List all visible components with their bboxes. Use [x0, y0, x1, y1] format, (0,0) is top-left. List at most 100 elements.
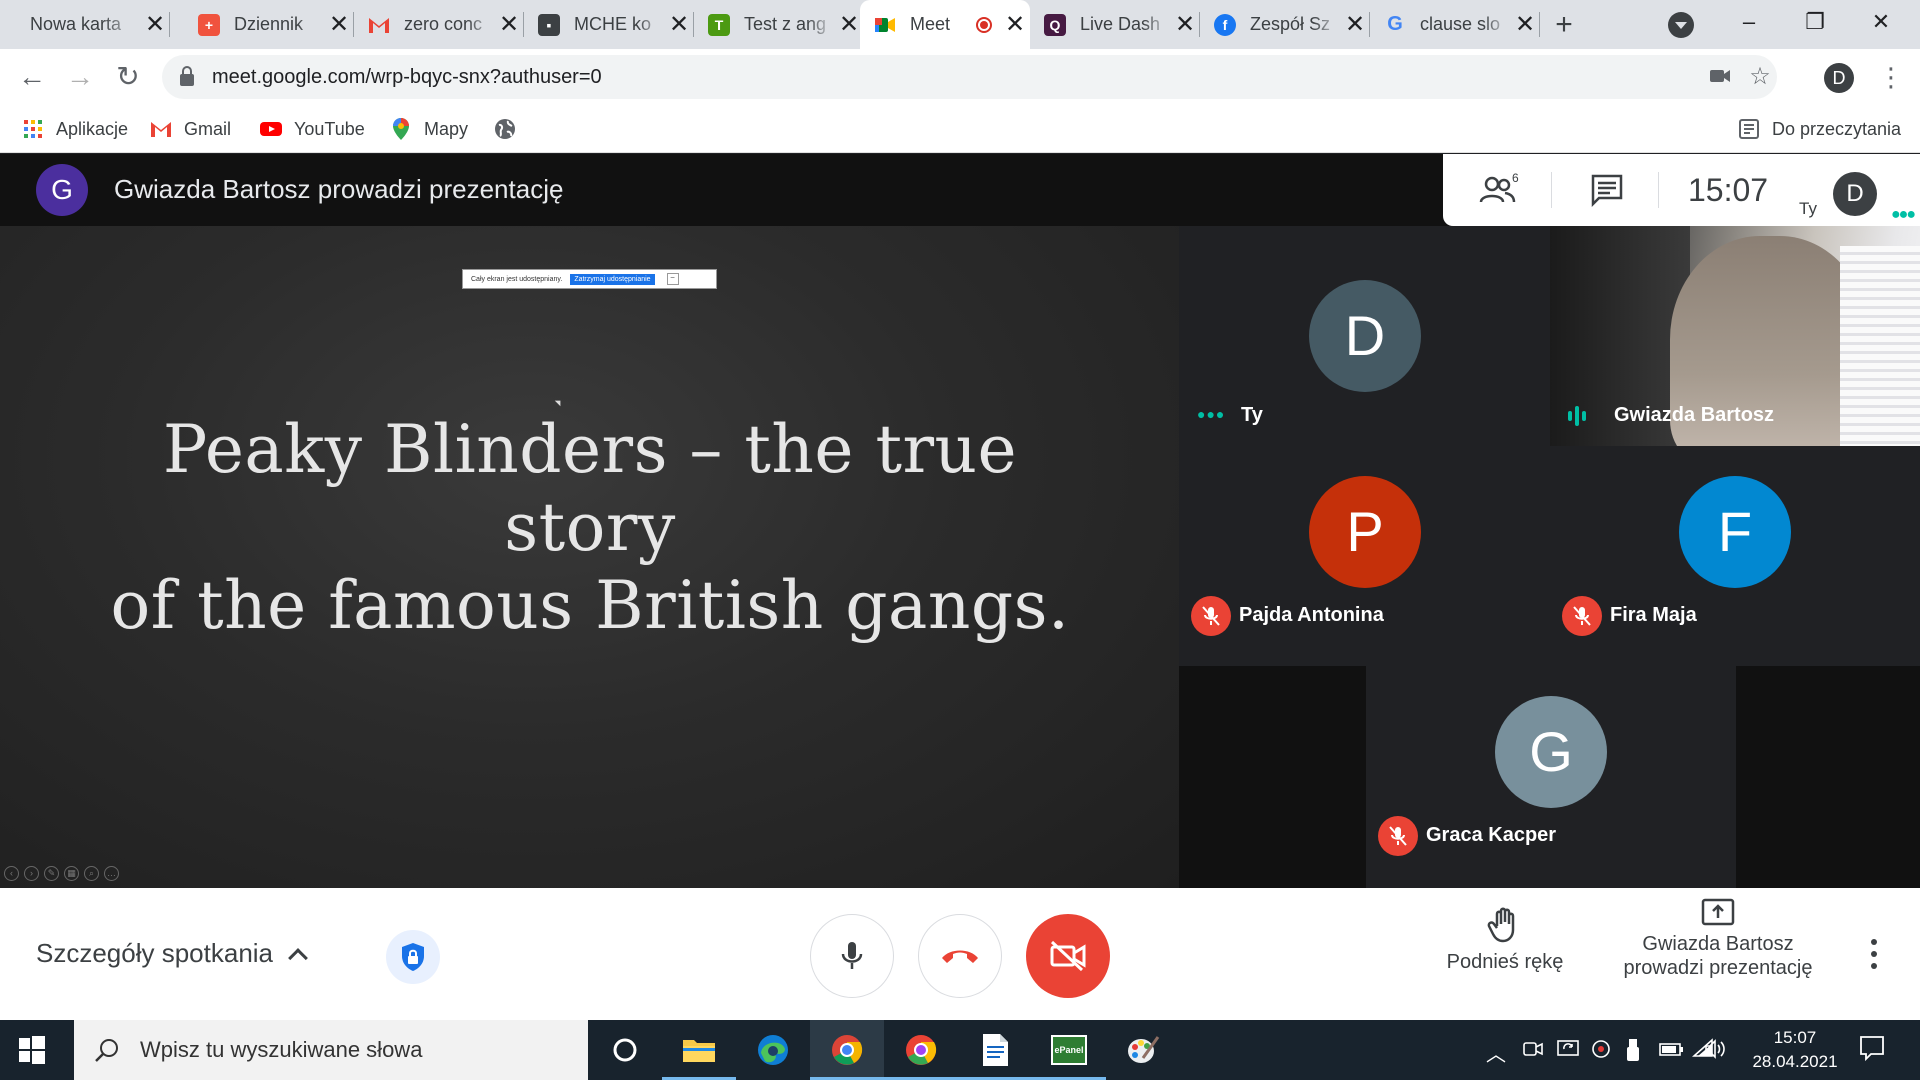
tab-search-button[interactable] — [1668, 12, 1694, 38]
host-controls-shield-icon[interactable] — [386, 930, 440, 984]
back-button[interactable]: ← — [14, 59, 50, 95]
participant-tile-fira-maja[interactable]: F Fira Maja — [1550, 446, 1920, 666]
tab-testportal[interactable]: T Test z ang ✕ — [694, 0, 864, 49]
webcam-tray-icon[interactable] — [1590, 1038, 1612, 1065]
search-icon — [95, 1039, 118, 1062]
tab-classroom[interactable]: ▪ MCHE ko ✕ — [524, 0, 694, 49]
raise-hand-button[interactable]: Podnieś rękę — [1430, 906, 1580, 974]
mic-off-icon — [1378, 816, 1418, 856]
participant-tile-gwiazda-bartosz[interactable]: Gwiazda Bartosz — [1550, 226, 1920, 446]
camera-toggle-button[interactable] — [1026, 914, 1110, 998]
presenting-label-line2: prowadzi prezentację — [1623, 957, 1813, 979]
raise-hand-label: Podnieś rękę — [1446, 951, 1564, 973]
more-options-icon[interactable] — [1862, 932, 1886, 976]
bookmark-label: Mapy — [424, 118, 469, 139]
chrome-menu-icon[interactable]: ⋮ — [1878, 59, 1904, 95]
tab-meet[interactable]: Meet ✕ — [860, 0, 1030, 49]
meeting-clock: 15:07 — [1688, 172, 1769, 208]
presenting-button[interactable]: Gwiazda Bartosz prowadzi prezentację — [1600, 898, 1836, 980]
screen-sync-icon[interactable] — [1556, 1038, 1580, 1065]
lock-icon[interactable] — [180, 66, 194, 86]
tab-nowa-karta[interactable]: Nowa karta ✕ — [0, 0, 170, 49]
leave-call-button[interactable] — [918, 914, 1002, 998]
paint-icon[interactable] — [1106, 1020, 1180, 1080]
previous-slide-icon[interactable]: ‹ — [4, 866, 19, 881]
stop-sharing-button[interactable]: Zatrzymaj udostępnianie — [570, 273, 655, 285]
tab-facebook[interactable]: f Zespół Sz ✕ — [1200, 0, 1370, 49]
chrome-profile-icon[interactable] — [884, 1020, 958, 1080]
cortana-icon[interactable] — [588, 1020, 662, 1080]
tab-quizizz[interactable]: Q Live Dash ✕ — [1030, 0, 1200, 49]
url-text[interactable]: meet.google.com/wrp-bqyc-snx?authuser=0 — [212, 66, 602, 89]
tab-close-icon[interactable]: ✕ — [1170, 10, 1200, 39]
slides-grid-icon[interactable]: ▦ — [64, 866, 79, 881]
tab-title: Test z ang — [744, 14, 827, 34]
epanel-icon[interactable]: ePanel — [1032, 1020, 1106, 1080]
tab-google-search[interactable]: G clause slo ✕ — [1370, 0, 1540, 49]
bookmark-youtube[interactable]: YouTube — [260, 117, 365, 141]
speaking-indicator-icon — [1568, 406, 1586, 426]
bookmark-gmail[interactable]: Gmail — [150, 117, 231, 141]
hide-share-bar-button[interactable]: – — [666, 273, 679, 285]
next-slide-icon[interactable]: › — [24, 866, 39, 881]
more-dots-icon[interactable]: ●●● — [1891, 206, 1916, 224]
tab-close-icon[interactable]: ✕ — [494, 10, 524, 39]
camera-icon[interactable] — [1702, 59, 1738, 95]
reading-list-button[interactable]: Do przeczytania — [1738, 117, 1901, 141]
participant-tile-pajda-antonina[interactable]: P Pajda Antonina — [1179, 446, 1550, 666]
restore-window-button[interactable]: ❐ — [1782, 0, 1848, 44]
windows-start-icon[interactable] — [18, 1036, 46, 1064]
slide-controls: ‹ › ✎ ▦ ⌕ … — [4, 866, 119, 881]
microphone-button[interactable] — [810, 914, 894, 998]
taskbar-clock[interactable]: 15:07 28.04.2021 — [1740, 1026, 1850, 1074]
new-tab-button[interactable]: + — [1545, 6, 1583, 44]
pen-icon[interactable]: ✎ — [44, 866, 59, 881]
tab-close-icon[interactable]: ✕ — [1000, 10, 1030, 39]
more-options-icon[interactable]: … — [104, 866, 119, 881]
usb-drive-icon[interactable] — [1626, 1038, 1640, 1067]
taskbar-search[interactable]: Wpisz tu wyszukiwane słowa — [74, 1020, 588, 1080]
bookmark-mapy[interactable]: Mapy — [390, 117, 468, 141]
screen-share-notice: Cały ekran jest udostępniany. Zatrzymaj … — [462, 269, 717, 289]
minimize-window-button[interactable]: – — [1716, 0, 1782, 44]
meet-now-icon[interactable] — [1522, 1038, 1544, 1065]
tab-close-icon[interactable]: ✕ — [140, 10, 170, 39]
tab-close-icon[interactable]: ✕ — [324, 10, 354, 39]
more-dots-icon[interactable]: ●●● — [1197, 406, 1225, 422]
browser-tab-strip: Nowa karta ✕ + Dziennik ✕ zero conc ✕ ▪ … — [0, 0, 1920, 49]
close-window-button[interactable]: ✕ — [1848, 0, 1914, 44]
people-icon[interactable]: 6 — [1478, 171, 1519, 208]
chrome-icon[interactable] — [810, 1020, 884, 1080]
tab-dziennik[interactable]: + Dziennik ✕ — [184, 0, 354, 49]
tab-close-icon[interactable]: ✕ — [1340, 10, 1370, 39]
self-avatar[interactable]: D — [1833, 172, 1877, 216]
forward-button[interactable]: → — [62, 59, 98, 95]
reload-button[interactable]: ↻ — [110, 59, 146, 95]
edge-icon[interactable] — [736, 1020, 810, 1080]
bookmark-globe[interactable] — [494, 117, 528, 141]
participant-tile-graca-kacper[interactable]: G Graca Kacper — [1366, 666, 1736, 888]
tab-gmail[interactable]: zero conc ✕ — [354, 0, 524, 49]
taskbar-time: 15:07 — [1773, 1028, 1817, 1047]
dziennik-icon: + — [198, 13, 220, 36]
zoom-icon[interactable]: ⌕ — [84, 866, 99, 881]
file-explorer-icon[interactable] — [662, 1020, 736, 1080]
tab-title: Nowa karta — [30, 14, 122, 34]
word-doc-icon[interactable] — [958, 1020, 1032, 1080]
address-bar[interactable]: meet.google.com/wrp-bqyc-snx?authuser=0 … — [162, 55, 1777, 99]
bookmark-star-icon[interactable]: ☆ — [1742, 59, 1778, 95]
participant-tile-self[interactable]: D ●●● Ty — [1179, 226, 1550, 446]
show-hidden-icons-icon[interactable]: ︿ — [1486, 1038, 1506, 1067]
battery-icon[interactable] — [1656, 1038, 1684, 1065]
tab-close-icon[interactable]: ✕ — [664, 10, 694, 39]
tab-close-icon[interactable]: ✕ — [1510, 10, 1540, 39]
profile-avatar[interactable]: D — [1824, 63, 1854, 93]
bookmark-aplikacje[interactable]: Aplikacje — [22, 117, 128, 141]
tab-title: Zespół Sz — [1250, 14, 1331, 34]
mic-off-icon — [1562, 596, 1602, 636]
volume-icon[interactable] — [1704, 1038, 1728, 1065]
camera-off-icon — [1050, 940, 1086, 972]
meeting-details-button[interactable]: Szczegóły spotkania — [36, 938, 308, 969]
notification-center-icon[interactable] — [1858, 1034, 1886, 1067]
chat-icon[interactable] — [1589, 172, 1629, 208]
